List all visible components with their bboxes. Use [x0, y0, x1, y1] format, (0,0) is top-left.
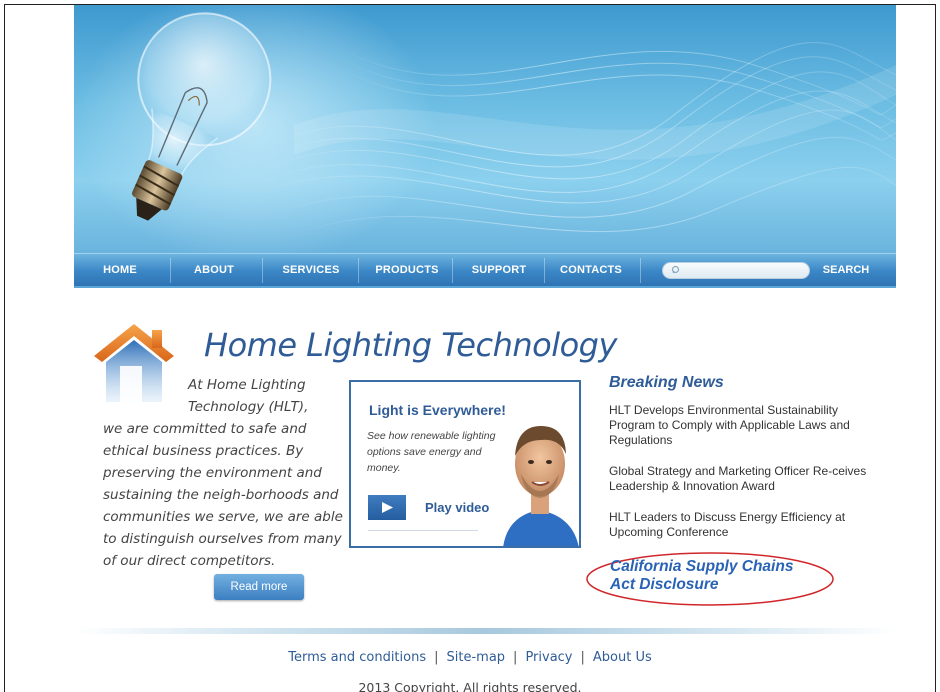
nav-products[interactable]: PRODUCTS — [362, 254, 452, 287]
footer-separator: | — [580, 650, 585, 665]
nav-about[interactable]: ABOUT — [174, 254, 254, 287]
copyright-text: 2013 Copyright. All rights reserved. — [358, 680, 582, 692]
promo-divider — [368, 530, 478, 531]
nav-contacts[interactable]: CONTACTS — [546, 254, 636, 287]
footer-separator: | — [513, 650, 518, 665]
california-disclosure-link[interactable]: California Supply Chains Act Disclosure — [610, 558, 810, 594]
footer-link-sitemap[interactable]: Site-map — [447, 650, 506, 665]
footer-link-about[interactable]: About Us — [593, 650, 652, 665]
main-nav: HOME ABOUT SERVICES PRODUCTS SUPPORT CON… — [74, 253, 896, 286]
news-item[interactable]: HLT Develops Environmental Sustainabilit… — [609, 403, 879, 448]
news-item[interactable]: HLT Leaders to Discuss Energy Efficiency… — [609, 510, 879, 540]
play-button[interactable] — [368, 495, 406, 520]
nav-support[interactable]: SUPPORT — [454, 254, 544, 287]
page-title: Home Lighting Technology — [204, 326, 617, 364]
footer-separator: | — [434, 650, 439, 665]
nav-divider — [262, 258, 263, 283]
read-more-button[interactable]: Read more — [214, 574, 304, 600]
nav-divider — [640, 258, 641, 283]
footer-link-privacy[interactable]: Privacy — [525, 650, 572, 665]
nav-divider — [358, 258, 359, 283]
nav-divider — [452, 258, 453, 283]
person-photo — [503, 426, 579, 546]
search-icon — [671, 265, 680, 274]
intro-text-lead: At Home Lighting Technology (HLT), — [188, 377, 309, 415]
nav-divider — [544, 258, 545, 283]
promo-subtitle: See how renewable lighting options save … — [367, 430, 496, 474]
news-item[interactable]: Global Strategy and Marketing Officer Re… — [609, 464, 879, 494]
nav-divider — [170, 258, 171, 283]
search-input[interactable] — [662, 262, 810, 279]
promo-title: Light is Everywhere! — [369, 402, 506, 418]
header-banner — [74, 5, 896, 288]
play-icon — [382, 502, 393, 513]
house-icon — [94, 324, 174, 402]
footer-divider — [74, 628, 896, 634]
nav-home[interactable]: HOME — [80, 254, 160, 287]
play-video-link[interactable]: Play video — [425, 500, 489, 515]
search-button[interactable]: SEARCH — [816, 254, 876, 287]
intro-text-body: we are committed to safe and ethical bus… — [103, 421, 343, 569]
video-promo-card: Light is Everywhere! See how renewable l… — [349, 380, 581, 548]
light-bulb-icon — [132, 12, 272, 221]
nav-services[interactable]: SERVICES — [266, 254, 356, 287]
news-heading: Breaking News — [609, 374, 724, 391]
footer-link-terms[interactable]: Terms and conditions — [288, 650, 426, 665]
footer-links: Terms and conditions | Site-map | Privacy | Ab… — [0, 650, 940, 665]
